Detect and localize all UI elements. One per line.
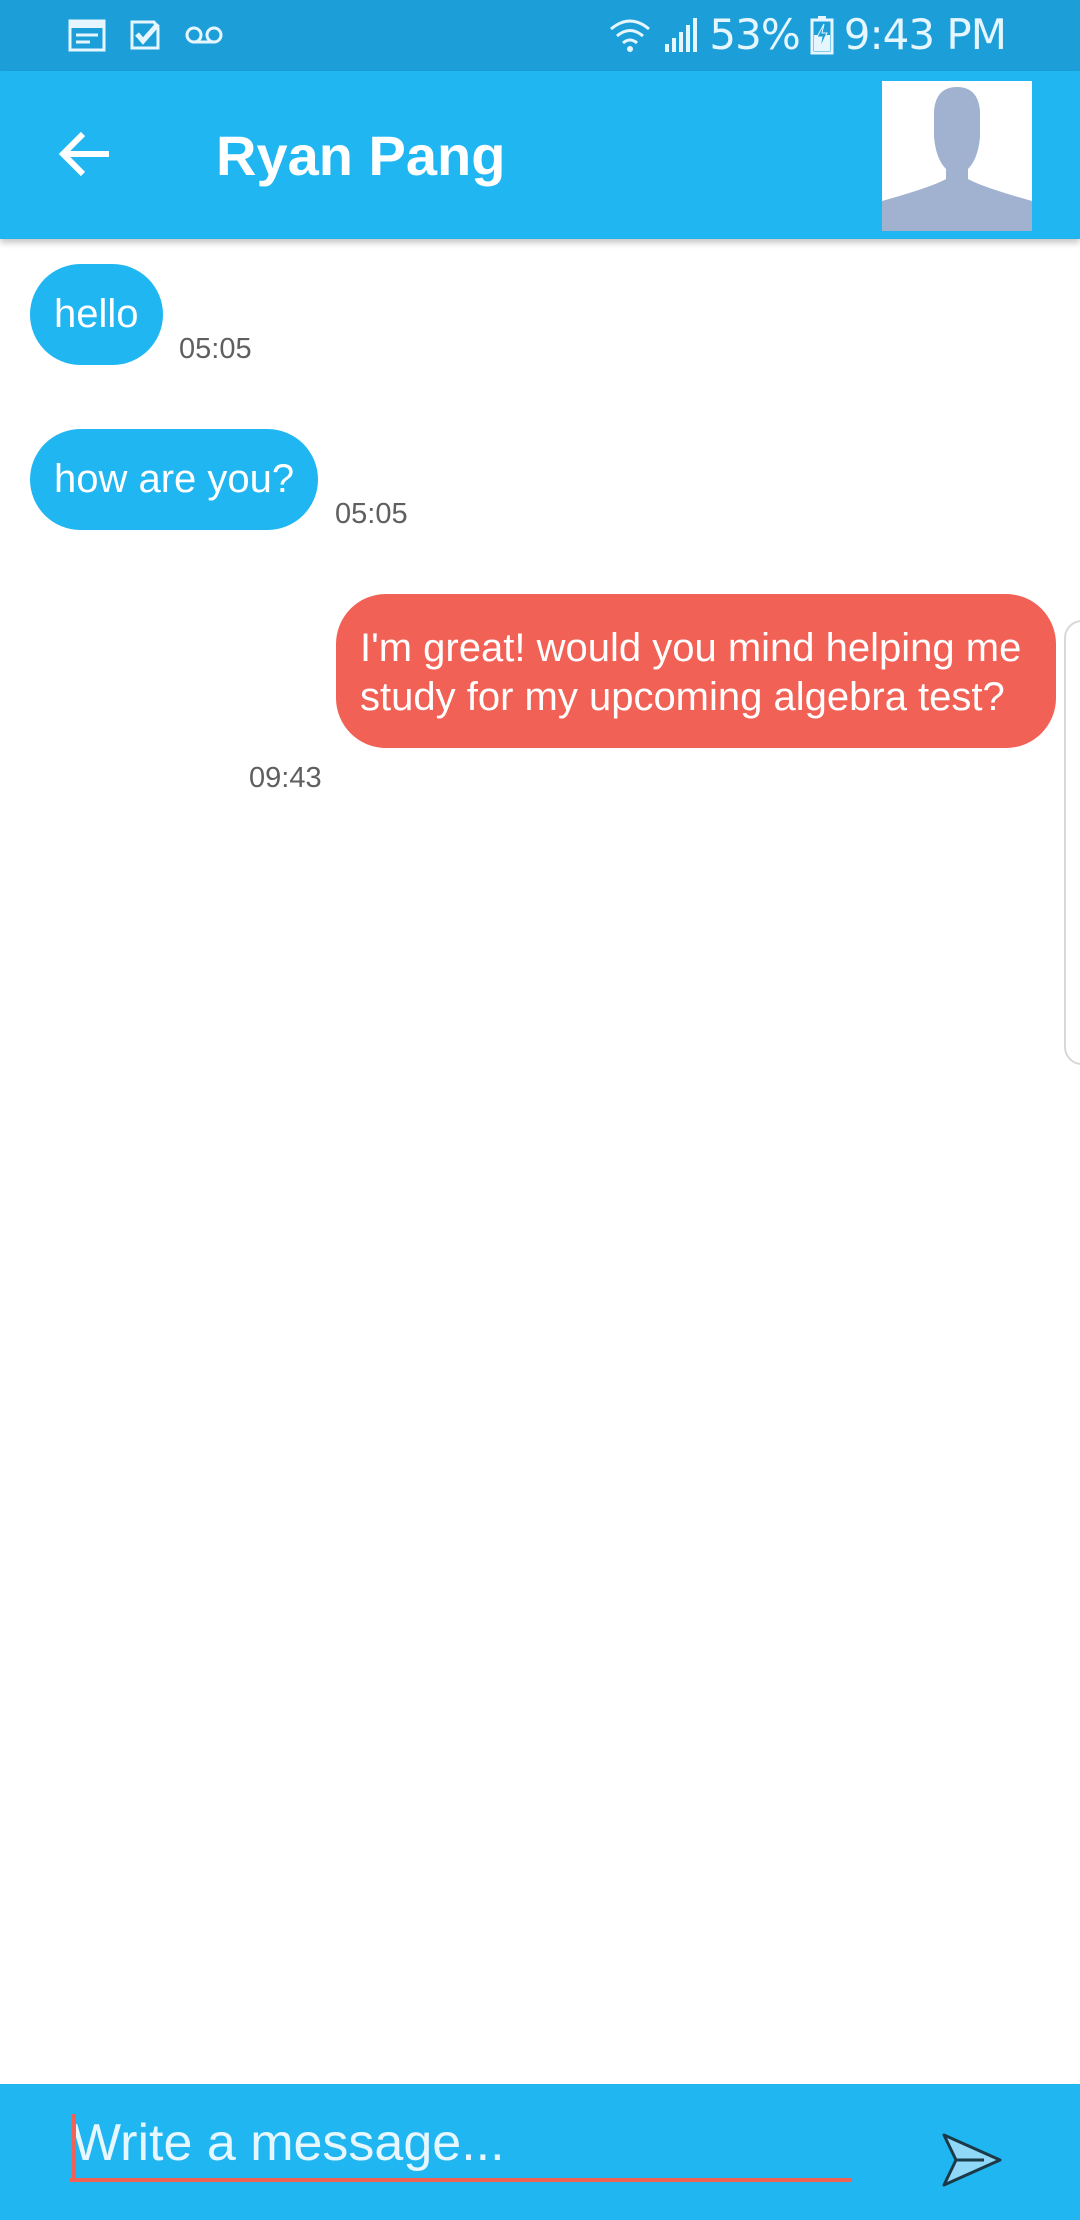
voicemail-icon [184, 24, 224, 46]
message-bubble-outgoing[interactable]: I'm great! would you mind helping me stu… [336, 594, 1056, 748]
composer-bar [0, 2084, 1080, 2220]
person-silhouette-icon [882, 81, 1032, 231]
battery-charging-icon [810, 15, 834, 55]
wifi-icon [607, 15, 653, 55]
message-input[interactable] [70, 2114, 852, 2182]
edge-panel-handle[interactable] [1064, 620, 1080, 1065]
arrow-left-icon [57, 130, 113, 183]
message-bubble-incoming[interactable]: hello [30, 264, 163, 365]
battery-percent: 53% [709, 10, 800, 59]
message-bubble-incoming[interactable]: how are you? [30, 429, 319, 530]
message-time: 05:05 [179, 333, 252, 365]
avatar[interactable] [882, 81, 1032, 231]
calendar-icon [68, 18, 106, 52]
signal-icon [663, 16, 699, 54]
message-time: 05:05 [335, 498, 408, 530]
text-cursor [72, 2114, 76, 2180]
back-button[interactable] [50, 121, 120, 191]
status-bar-notifications [68, 18, 224, 52]
message-list[interactable]: hello 05:05 how are you? 05:05 I'm great… [0, 239, 1080, 2084]
message-time: 09:43 [249, 762, 322, 794]
send-button[interactable] [938, 2128, 1006, 2196]
contact-name: Ryan Pang [216, 124, 506, 187]
status-bar: 53% 9:43 PM [0, 0, 1080, 71]
checklist-icon [128, 18, 162, 52]
app-bar: Ryan Pang [0, 71, 1080, 239]
send-icon [940, 2131, 1004, 2194]
clock: 9:43 PM [843, 10, 1007, 59]
status-bar-system: 53% 9:43 PM [607, 10, 1007, 59]
